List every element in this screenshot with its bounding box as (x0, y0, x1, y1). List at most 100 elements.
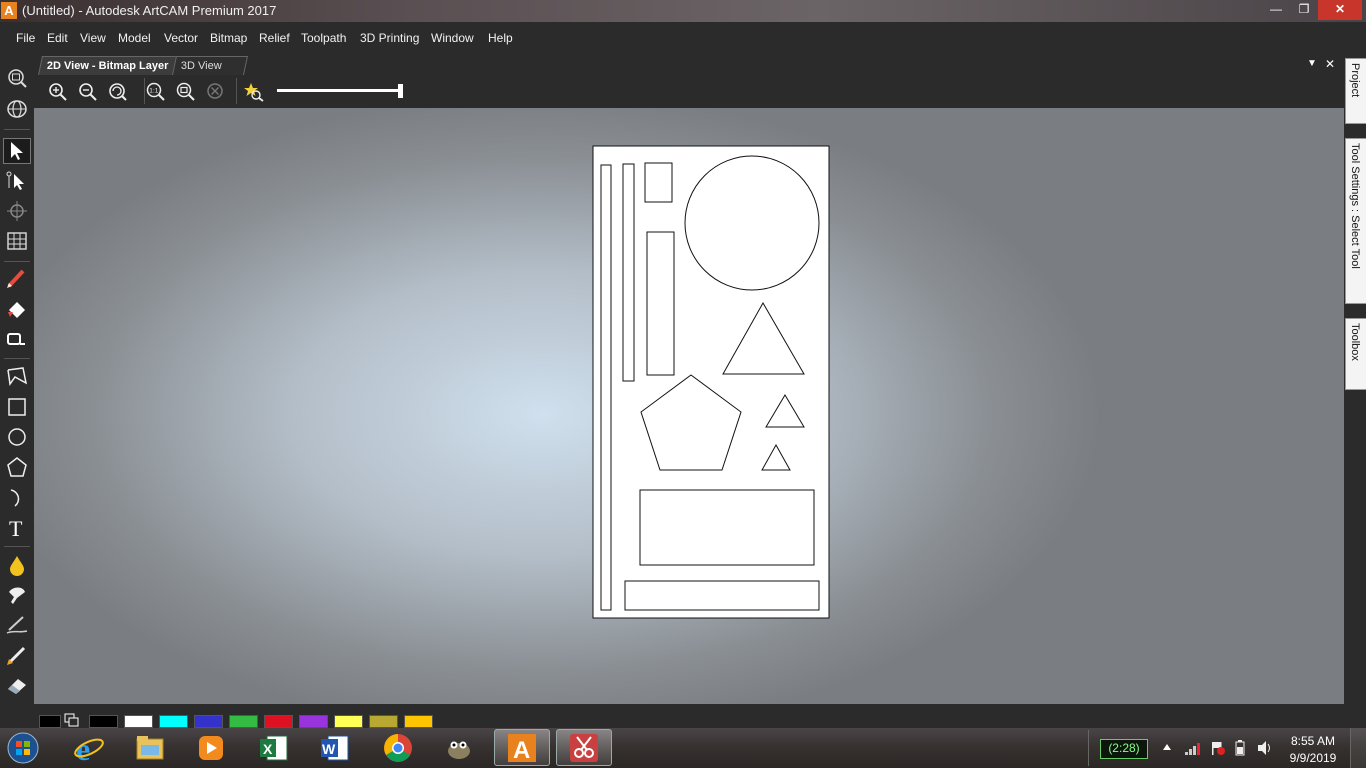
palette-swatch-purple[interactable] (299, 715, 328, 728)
palette-swatch-cyan[interactable] (159, 715, 188, 728)
sculpt-icon[interactable] (5, 614, 29, 636)
select-arrow-icon[interactable] (5, 140, 29, 162)
internet-explorer-icon[interactable]: e (72, 731, 106, 765)
palette-swatch-green[interactable] (229, 715, 258, 728)
battery-timer[interactable]: (2:28) (1100, 739, 1148, 759)
toolbar-divider (4, 129, 30, 130)
zoom-1-to-1-icon[interactable]: 1:1 (146, 82, 166, 102)
drop-icon[interactable] (5, 554, 29, 576)
menu-toolpath[interactable]: Toolpath (301, 31, 346, 45)
media-player-icon[interactable] (194, 731, 228, 765)
menu-model[interactable]: Model (118, 31, 151, 45)
eraser-icon[interactable] (5, 674, 29, 696)
zoom-to-fit-icon[interactable] (176, 82, 196, 102)
transform-icon[interactable] (5, 200, 29, 222)
menu-edit[interactable]: Edit (47, 31, 68, 45)
zoom-slider[interactable] (277, 89, 403, 92)
polyline-icon[interactable] (5, 365, 29, 387)
menu-file[interactable]: File (16, 31, 35, 45)
menu-window[interactable]: Window (431, 31, 474, 45)
grid-icon[interactable] (5, 230, 29, 252)
palette-swatch-white[interactable] (124, 715, 153, 728)
palette-swatch-black[interactable] (89, 715, 118, 728)
chevron-down-icon[interactable]: ▼ (1307, 58, 1317, 69)
tab-3d-view[interactable]: 3D View (171, 56, 249, 75)
text-icon[interactable]: T (5, 516, 29, 538)
toolbar-divider (4, 546, 30, 547)
toolbar-divider (144, 78, 145, 104)
tab-toolbox[interactable]: Toolbox (1345, 318, 1366, 390)
gimp-icon[interactable] (442, 731, 476, 765)
palette-swatch-red[interactable] (264, 715, 293, 728)
close-view-icon[interactable]: ✕ (1325, 57, 1335, 71)
menu-relief[interactable]: Relief (259, 31, 290, 45)
action-center-flag-icon[interactable] (1210, 740, 1226, 756)
toolbar-divider (4, 358, 30, 359)
word-icon[interactable]: W (318, 731, 352, 765)
drawing-canvas[interactable] (34, 108, 1344, 704)
menu-view[interactable]: View (80, 31, 106, 45)
fill-bucket-icon[interactable] (5, 298, 29, 320)
rectangle-icon[interactable] (5, 396, 29, 418)
circle-icon[interactable] (5, 426, 29, 448)
tab-tool-settings-label: Tool Settings : Select Tool (1349, 143, 1361, 269)
window-title: (Untitled) - Autodesk ArtCAM Premium 201… (22, 3, 277, 18)
polygon-icon[interactable] (5, 456, 29, 478)
pencil-icon[interactable] (5, 267, 29, 289)
file-explorer-icon[interactable] (133, 731, 167, 765)
power-battery-icon[interactable] (1234, 739, 1246, 757)
swap-colors-icon[interactable] (64, 713, 80, 727)
tab-project[interactable]: Project (1345, 58, 1366, 124)
color-palette (0, 704, 1366, 730)
svg-text:T: T (9, 516, 23, 538)
clock-time[interactable]: 8:55 AM (1287, 734, 1339, 748)
zoom-view-icon[interactable] (5, 67, 29, 89)
arc-icon[interactable] (5, 486, 29, 508)
start-orb-icon[interactable] (6, 731, 40, 765)
minimize-button[interactable]: — (1262, 0, 1290, 20)
tab-2d-view[interactable]: 2D View - Bitmap Layer (37, 56, 185, 75)
menu-bitmap[interactable]: Bitmap (210, 31, 247, 45)
svg-text:W: W (322, 741, 336, 757)
show-hidden-icons-icon[interactable] (1162, 743, 1172, 751)
artcam-logo-icon[interactable]: A (1, 2, 17, 19)
close-button[interactable]: ✕ (1318, 0, 1362, 20)
brush-icon[interactable] (5, 644, 29, 666)
palette-swatch-blue[interactable] (194, 715, 223, 728)
zoom-slider-thumb[interactable] (398, 84, 403, 98)
toolbar-divider (236, 78, 237, 104)
favorite-zoom-icon[interactable] (244, 82, 264, 102)
restore-button[interactable]: ❐ (1290, 0, 1318, 20)
chrome-icon[interactable] (381, 731, 415, 765)
smooth-icon[interactable] (5, 584, 29, 606)
svg-text:1:1: 1:1 (149, 88, 158, 95)
title-bar: A (Untitled) - Autodesk ArtCAM Premium 2… (0, 0, 1366, 22)
palette-swatch-gold[interactable] (404, 715, 433, 728)
tab-2d-view-label: 2D View - Bitmap Layer (46, 60, 169, 72)
left-toolbar: T (0, 62, 34, 708)
volume-icon[interactable] (1256, 740, 1274, 756)
show-desktop-button[interactable] (1350, 728, 1366, 768)
network-signal-icon[interactable] (1184, 740, 1202, 756)
artcam-icon: A (508, 734, 536, 764)
menu-help[interactable]: Help (488, 31, 513, 45)
palette-swatch-yellow[interactable] (334, 715, 363, 728)
tab-3d-view-label: 3D View (180, 60, 222, 72)
menu-3d-printing[interactable]: 3D Printing (360, 31, 419, 45)
tab-project-label: Project (1349, 63, 1361, 98)
primary-color-swatch[interactable] (39, 715, 61, 728)
zoom-in-icon[interactable] (48, 82, 68, 102)
zoom-out-icon[interactable] (78, 82, 98, 102)
tab-tool-settings[interactable]: Tool Settings : Select Tool (1345, 138, 1366, 304)
orbit-icon[interactable] (5, 98, 29, 120)
node-edit-icon[interactable] (5, 170, 29, 192)
menu-bar: File Edit View Model Vector Bitmap Relie… (0, 22, 1366, 54)
clock-date[interactable]: 9/9/2019 (1287, 751, 1339, 765)
zoom-previous-icon[interactable] (108, 82, 128, 102)
menu-vector[interactable]: Vector (164, 31, 198, 45)
svg-text:X: X (263, 741, 273, 757)
magnifier-icon[interactable] (5, 328, 29, 350)
material-sheet[interactable] (592, 145, 830, 619)
palette-swatch-olive[interactable] (369, 715, 398, 728)
excel-icon[interactable]: X (257, 731, 291, 765)
